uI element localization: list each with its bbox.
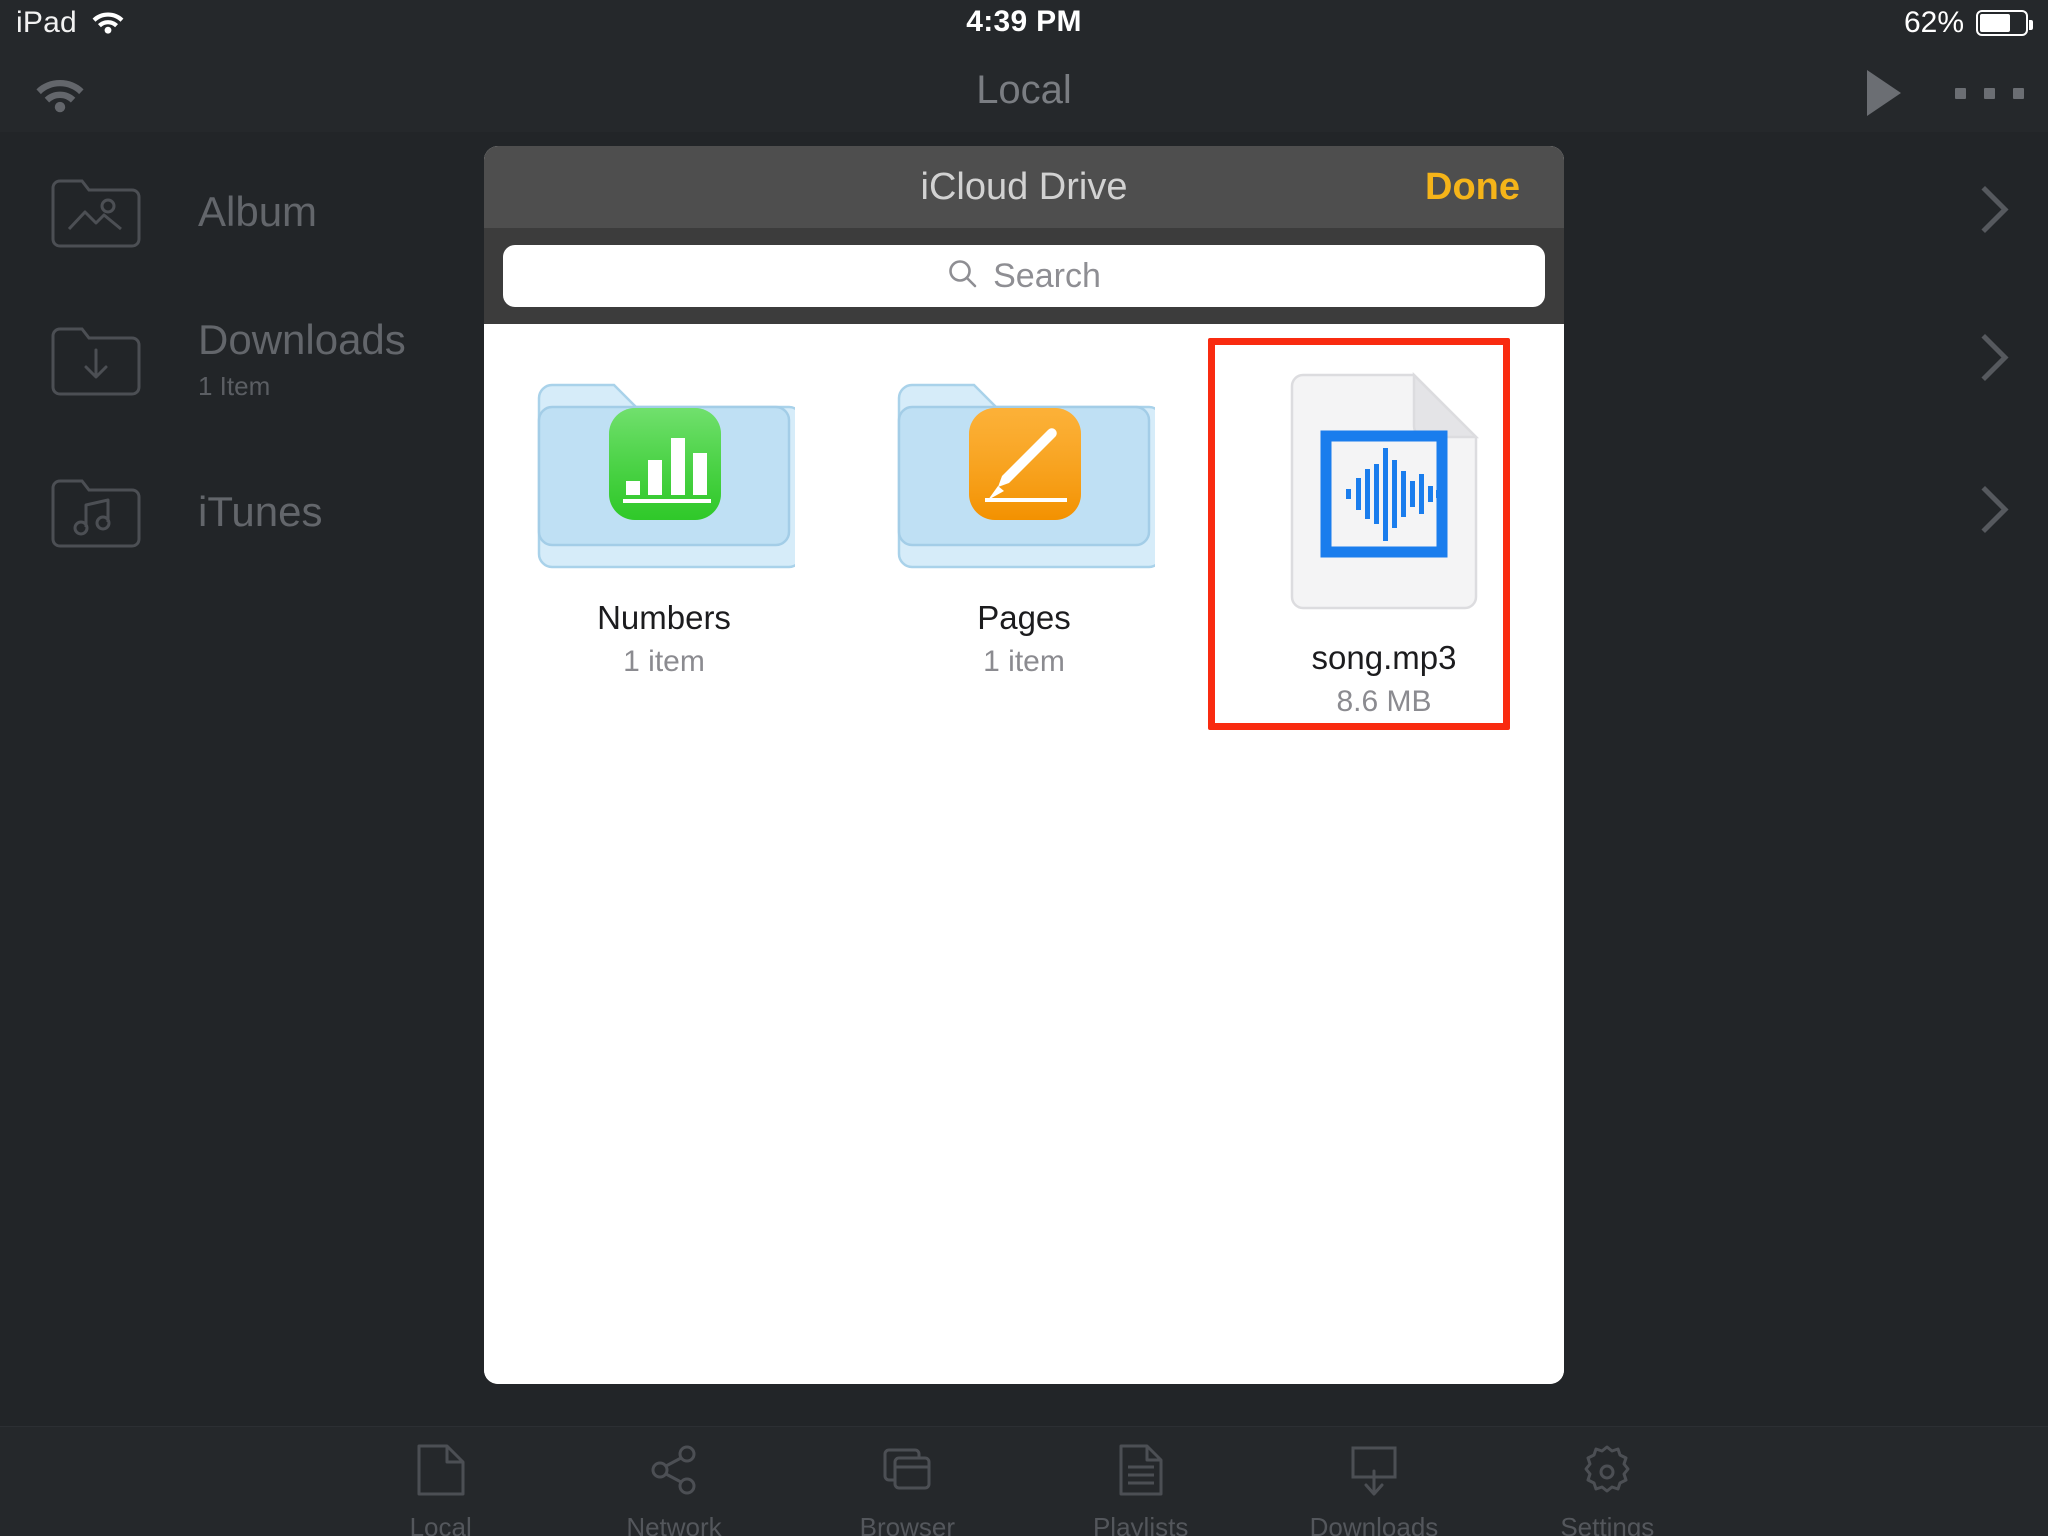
done-button[interactable]: Done <box>1425 166 1520 209</box>
folder-pages-icon <box>893 368 1164 581</box>
grid-item-subtitle: 8.6 MB <box>1336 685 1432 718</box>
search-input[interactable]: Search <box>503 245 1545 307</box>
grid-item-name: Pages <box>977 599 1071 636</box>
search-placeholder: Search <box>993 256 1101 295</box>
grid-item-song-mp3[interactable]: song.mp3 8.6 MB <box>1204 346 1564 719</box>
grid-item-subtitle: 1 item <box>983 645 1065 678</box>
folder-numbers-icon <box>533 368 804 581</box>
tab-playlists[interactable]: Playlists <box>1024 1427 1257 1536</box>
grid-item-numbers[interactable]: Numbers 1 item <box>484 346 844 719</box>
play-icon[interactable] <box>1867 70 1901 116</box>
windows-icon <box>881 1441 933 1504</box>
chevron-right-icon <box>1980 185 2010 239</box>
tab-downloads[interactable]: Downloads <box>1257 1427 1490 1536</box>
battery-icon <box>1976 10 2033 36</box>
more-ellipsis-icon[interactable] <box>1955 87 2024 99</box>
sidebar-item-subtitle: 1 Item <box>198 370 271 401</box>
tab-label: Settings <box>1560 1512 1655 1536</box>
search-icon <box>947 258 979 295</box>
sidebar-item-label: iTunes <box>198 487 323 535</box>
status-bar-time: 4:39 PM <box>966 5 1082 38</box>
search-bar-container: Search <box>484 228 1564 324</box>
gear-icon <box>1581 1441 1633 1504</box>
grid-item-subtitle: 1 item <box>623 645 705 678</box>
nav-bar: Local <box>0 50 2048 132</box>
tab-label: Local <box>409 1512 472 1536</box>
tab-local[interactable]: Local <box>324 1427 557 1536</box>
grid-item-name: Numbers <box>597 599 731 636</box>
battery-percent: 62% <box>1903 6 1964 39</box>
playlist-document-icon <box>1115 1441 1167 1504</box>
sidebar-item-label: Downloads <box>198 316 406 364</box>
share-network-icon <box>648 1441 700 1504</box>
sidebar-item-label: Album <box>198 187 318 235</box>
file-grid-container: Numbers 1 item Pages 1 item song.mp3 8.6… <box>484 324 1564 1384</box>
chevron-right-icon <box>1980 485 2010 539</box>
grid-item-pages[interactable]: Pages 1 item <box>844 346 1204 719</box>
tab-network[interactable]: Network <box>557 1427 790 1536</box>
download-tray-icon <box>1348 1441 1400 1504</box>
folder-download-icon <box>36 323 156 397</box>
sidebar-item-text: Album <box>198 187 318 235</box>
status-bar-right: 62% <box>1903 6 2033 40</box>
icloud-drive-picker-modal: iCloud Drive Done Search Numbers 1 item … <box>484 146 1564 1384</box>
audio-file-icon <box>1284 368 1484 621</box>
tab-browser[interactable]: Browser <box>791 1427 1024 1536</box>
grid-item-name: song.mp3 <box>1311 639 1457 676</box>
tab-label: Network <box>626 1512 722 1536</box>
status-bar: iPad 4:39 PM 62% <box>0 0 2048 50</box>
tab-label: Downloads <box>1309 1512 1439 1536</box>
modal-title: iCloud Drive <box>920 166 1128 208</box>
chevron-right-icon <box>1980 333 2010 387</box>
folder-music-icon <box>36 475 156 549</box>
modal-header: iCloud Drive Done <box>484 146 1564 228</box>
app-root: iPad 4:39 PM 62% Local Album Downloads 1… <box>0 0 2048 1536</box>
nav-bar-actions <box>1867 70 2024 116</box>
tab-bar: Local Network Browser Playlists Download… <box>0 1426 2048 1536</box>
sidebar-item-text: iTunes <box>198 487 323 535</box>
document-icon <box>415 1441 467 1504</box>
tab-settings[interactable]: Settings <box>1491 1427 1724 1536</box>
folder-photo-icon <box>36 175 156 249</box>
tab-label: Playlists <box>1092 1512 1189 1536</box>
tab-label: Browser <box>859 1512 955 1536</box>
page-title: Local <box>976 68 1072 112</box>
sidebar-item-text: Downloads 1 Item <box>198 318 406 401</box>
file-grid: Numbers 1 item Pages 1 item song.mp3 8.6… <box>484 324 1564 719</box>
